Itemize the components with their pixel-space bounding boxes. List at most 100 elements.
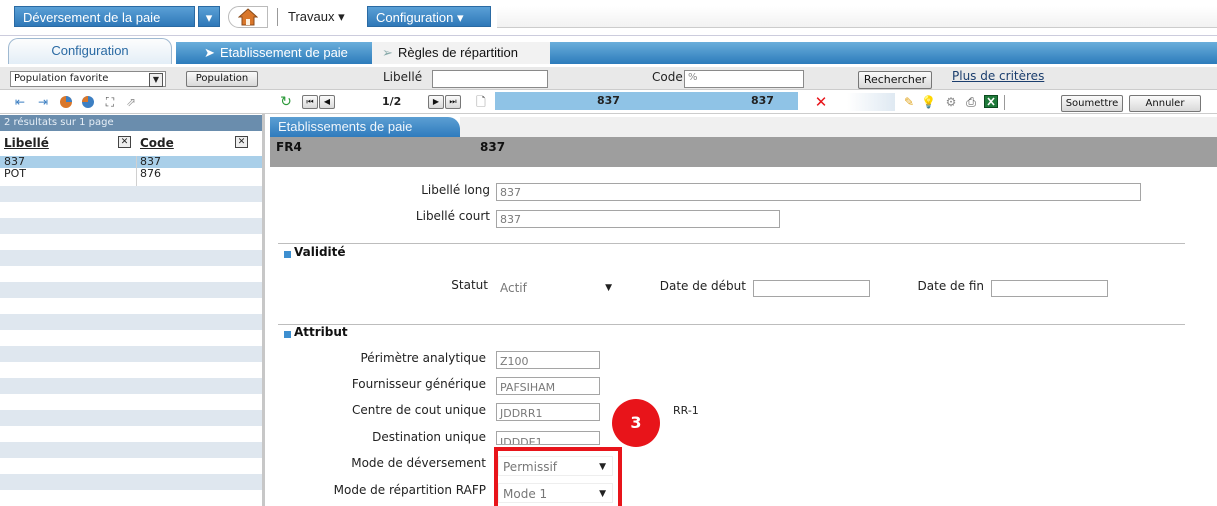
menu-bar-fill xyxy=(497,6,1217,28)
empty-row xyxy=(0,298,262,314)
empty-row xyxy=(0,346,262,362)
expand-icon[interactable]: ⛶ xyxy=(102,95,118,109)
callout-badge: 3 xyxy=(612,399,660,447)
validite-section-title: Validité xyxy=(294,245,346,259)
tab-configuration[interactable]: Configuration xyxy=(8,38,172,64)
date-fin-input[interactable] xyxy=(991,280,1108,297)
page-indicator: 1/2 xyxy=(382,95,402,108)
close-column-icon[interactable]: ✕ xyxy=(118,136,131,148)
code-search-input[interactable]: % xyxy=(684,70,804,88)
record-header-code: FR4 xyxy=(276,140,302,154)
lightbulb-icon[interactable]: 💡 xyxy=(921,95,936,109)
breadcrumb-regles[interactable]: Règles de répartition xyxy=(398,42,518,64)
menu-separator xyxy=(277,8,278,26)
export-icon[interactable]: ⇗ xyxy=(123,95,139,109)
section-divider xyxy=(278,243,1185,244)
more-criteria-link[interactable]: Plus de critères xyxy=(952,69,1044,83)
empty-row xyxy=(0,218,262,234)
results-header: Libellé ✕ Code ✕ xyxy=(0,131,262,155)
first-record-icon[interactable]: ⇤ xyxy=(13,95,27,109)
empty-row xyxy=(0,442,262,458)
pie-chart-alt-icon[interactable] xyxy=(80,95,96,109)
app-menu-button[interactable]: Déversement de la paie xyxy=(14,6,195,27)
empty-row xyxy=(0,458,262,474)
app-menu-dropdown[interactable]: ▾ xyxy=(198,6,220,27)
libelle-long-input[interactable]: 837 xyxy=(496,183,1141,201)
record-header-label: 837 xyxy=(480,140,506,154)
destination-label: Destination unique xyxy=(372,430,486,444)
configuration-menu[interactable]: Configuration ▾ xyxy=(367,6,491,27)
population-select[interactable]: Population favorite ▼ xyxy=(10,71,166,87)
prev-page-button[interactable]: ◀ xyxy=(319,95,335,109)
breadcrumb: ➤ Etablissement de paie ➢ Règles de répa… xyxy=(176,42,1217,64)
new-document-icon[interactable]: 🗋 xyxy=(474,95,488,109)
mode-deversement-label: Mode de déversement xyxy=(351,456,486,470)
record-label: 837 xyxy=(751,94,774,107)
next-page-button[interactable]: ▶ xyxy=(428,95,444,109)
rechercher-button[interactable]: Rechercher xyxy=(858,71,932,89)
list-item[interactable]: 837 837 xyxy=(0,156,262,168)
breadcrumb-arrow-icon: ➤ xyxy=(204,45,215,60)
breadcrumb-etablissement[interactable]: Etablissement de paie xyxy=(220,42,348,64)
col-libelle-header[interactable]: Libellé xyxy=(4,136,49,150)
empty-row xyxy=(0,362,262,378)
empty-row xyxy=(0,266,262,282)
excel-icon[interactable] xyxy=(983,95,999,109)
fournisseur-label: Fournisseur générique xyxy=(351,377,486,391)
list-item-code: 876 xyxy=(140,167,161,180)
libelle-court-label: Libellé court xyxy=(415,209,490,223)
empty-row xyxy=(0,202,262,218)
refresh-icon[interactable]: ↻ xyxy=(278,95,294,109)
highlight-box xyxy=(494,447,622,506)
settings-icon[interactable]: ⚙ xyxy=(943,95,959,109)
submit-button[interactable]: Soumettre xyxy=(1061,95,1123,112)
empty-row xyxy=(0,426,262,442)
chevron-down-icon: ▼ xyxy=(605,283,612,293)
toolbar-separator xyxy=(1004,95,1005,110)
statut-label: Statut xyxy=(451,278,488,292)
date-debut-input[interactable] xyxy=(753,280,870,297)
cancel-button[interactable]: Annuler xyxy=(1129,95,1201,112)
empty-row xyxy=(0,186,262,202)
empty-row xyxy=(0,234,262,250)
last-page-button[interactable]: ⏭ xyxy=(445,95,461,109)
fournisseur-input[interactable]: PAFSIHAM xyxy=(496,377,600,395)
libelle-court-input[interactable]: 837 xyxy=(496,210,780,228)
record-header: FR4 837 xyxy=(270,137,1217,167)
close-column-icon[interactable]: ✕ xyxy=(235,136,248,148)
breadcrumb-chevron-icon: ➢ xyxy=(382,45,393,60)
code-search-label: Code xyxy=(652,70,683,84)
statut-select-value: Actif xyxy=(500,281,527,295)
tab-strip xyxy=(460,117,1217,137)
print-icon[interactable]: ⎙ xyxy=(963,95,979,109)
section-divider xyxy=(278,324,1185,325)
empty-row xyxy=(0,314,262,330)
travaux-menu[interactable]: Travaux ▾ xyxy=(288,6,345,27)
home-icon[interactable] xyxy=(228,6,268,28)
delete-icon[interactable]: ✕ xyxy=(813,95,829,110)
population-select-value: Population favorite xyxy=(14,73,109,84)
results-info: 2 résultats sur 1 page xyxy=(0,115,262,131)
list-item[interactable]: POT 876 xyxy=(0,168,262,180)
tab-etablissements[interactable]: Etablissements de paie xyxy=(270,117,460,137)
perimetre-input[interactable]: Z100 xyxy=(496,351,600,369)
centre-input[interactable]: JDDRR1 xyxy=(496,403,600,421)
col-code-header[interactable]: Code xyxy=(140,136,174,150)
statut-select[interactable]: Actif ▼ xyxy=(496,278,618,298)
empty-row xyxy=(0,474,262,490)
libelle-search-input[interactable] xyxy=(432,70,548,88)
empty-row xyxy=(0,410,262,426)
population-button[interactable]: Population xyxy=(186,71,258,87)
libelle-long-label: Libellé long xyxy=(421,183,490,197)
empty-row xyxy=(0,394,262,410)
empty-row xyxy=(0,330,262,346)
wand-icon[interactable]: ✎ xyxy=(901,95,917,109)
destination-input[interactable]: JDDDE1 xyxy=(496,431,600,445)
last-record-icon[interactable]: ⇥ xyxy=(36,95,50,109)
list-item-libelle: POT xyxy=(4,167,27,180)
date-fin-label: Date de fin xyxy=(917,279,984,293)
pie-chart-icon[interactable] xyxy=(58,95,74,109)
first-page-button[interactable]: ⏮ xyxy=(302,95,318,109)
libelle-search-label: Libellé xyxy=(383,70,423,84)
perimetre-label: Périmètre analytique xyxy=(360,351,487,365)
